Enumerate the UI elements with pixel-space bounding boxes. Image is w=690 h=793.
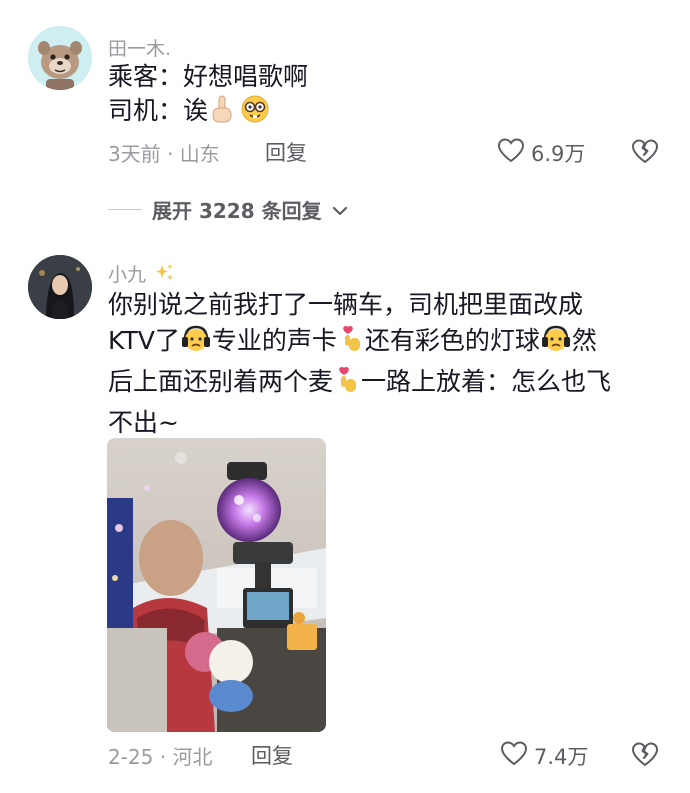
broken-heart-icon [630,742,660,772]
comment-text-mics: 后上面还别着两个麦 [108,367,334,396]
username[interactable]: 小九 [108,260,176,287]
sparkles-icon [148,264,176,286]
comment-text-then: 然 [571,326,597,355]
username-text: 小九 [108,264,147,286]
profile-photo-icon [28,255,92,319]
comment-photo[interactable] [107,438,326,732]
comment-text: 你别说之前我打了一辆车，司机把里面改成 KTV了 专业的声卡 还有彩色的灯球 然… [108,287,611,441]
avatar-comment-2[interactable] [28,255,92,319]
comment-text-playing: 一路上放着：怎么也飞 [361,367,612,396]
comment-text-ktv: KTV了 [108,326,180,355]
comment-line-4: 不出~ [108,408,179,437]
finger-heart-emoji [337,324,365,364]
headphones-face-emoji [540,324,572,364]
reply-button[interactable]: 回复 [251,740,293,770]
comment-line-3: 后上面还别着两个麦 一路上放着：怎么也飞 [108,364,611,405]
comment-date-location: 2-25 · 河北 [108,745,213,769]
like-count: 7.4万 [534,744,589,769]
taxi-interior-photo-icon [107,438,326,732]
comment-text-disco-ball: 还有彩色的灯球 [364,326,540,355]
comment-2: 小九 你别说之前我打了一辆车，司机把里面改成 KTV了 专业的声卡 还有彩色的灯… [0,0,690,793]
comment-text-sound-card: 专业的声卡 [211,326,337,355]
finger-heart-emoji [333,365,361,405]
like-button[interactable]: 7.4万 [500,740,588,771]
comment-line-1: 你别说之前我打了一辆车，司机把里面改成 [108,290,584,319]
headphones-face-emoji [180,324,212,364]
dislike-button[interactable] [630,740,660,772]
comment-line-2: KTV了 专业的声卡 还有彩色的灯球 然 [108,323,611,364]
heart-icon [500,740,528,771]
